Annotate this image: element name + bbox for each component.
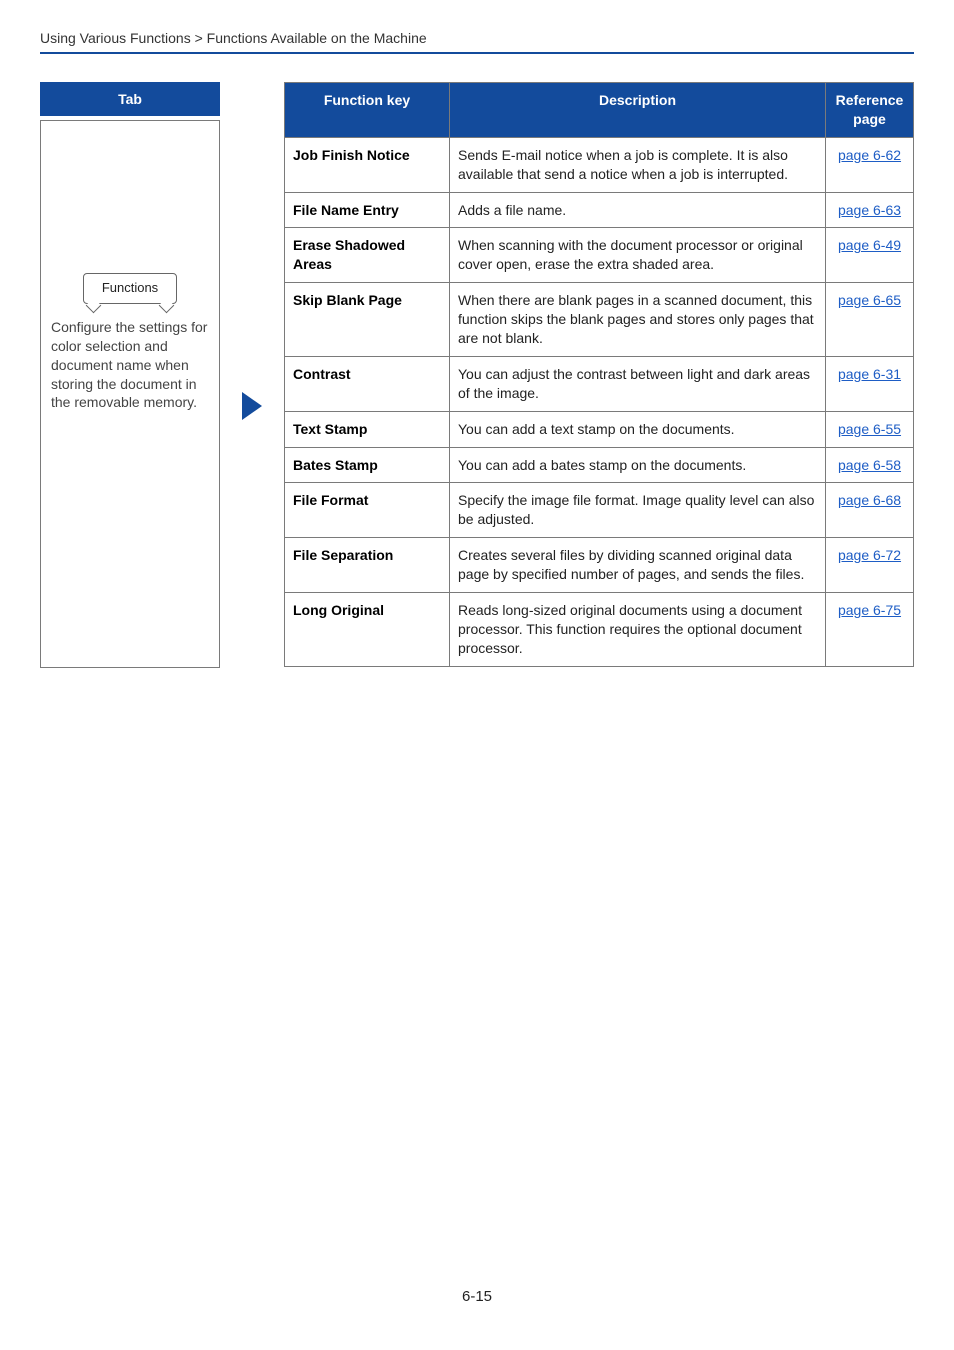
reference-cell: page 6-62: [826, 137, 914, 192]
table-row: Erase Shadowed AreasWhen scanning with t…: [285, 228, 914, 283]
table-row: Text StampYou can add a text stamp on th…: [285, 411, 914, 447]
function-key-cell: Contrast: [285, 356, 450, 411]
table-header-description: Description: [450, 83, 826, 138]
reference-cell: page 6-58: [826, 447, 914, 483]
arrow-right-icon: [242, 392, 262, 420]
function-key-cell: Job Finish Notice: [285, 137, 450, 192]
description-cell: You can adjust the contrast between ligh…: [450, 356, 826, 411]
reference-cell: page 6-49: [826, 228, 914, 283]
functions-tab-button[interactable]: Functions: [83, 273, 177, 304]
arrow-column: [240, 82, 264, 668]
function-key-cell: Long Original: [285, 593, 450, 667]
table-row: Bates StampYou can add a bates stamp on …: [285, 447, 914, 483]
description-cell: You can add a bates stamp on the documen…: [450, 447, 826, 483]
table-header-reference: Reference page: [826, 83, 914, 138]
reference-link[interactable]: page 6-49: [838, 237, 901, 253]
table-row: Long OriginalReads long-sized original d…: [285, 593, 914, 667]
divider-top: [40, 52, 914, 54]
reference-cell: page 6-31: [826, 356, 914, 411]
table-row: ContrastYou can adjust the contrast betw…: [285, 356, 914, 411]
table-row: File SeparationCreates several files by …: [285, 538, 914, 593]
description-cell: You can add a text stamp on the document…: [450, 411, 826, 447]
left-column: Tab Functions Configure the settings for…: [40, 82, 220, 668]
reference-cell: page 6-63: [826, 192, 914, 228]
reference-link[interactable]: page 6-58: [838, 457, 901, 473]
reference-link[interactable]: page 6-72: [838, 547, 901, 563]
reference-link[interactable]: page 6-65: [838, 292, 901, 308]
table-row: Job Finish NoticeSends E-mail notice whe…: [285, 137, 914, 192]
reference-link[interactable]: page 6-55: [838, 421, 901, 437]
table-row: Skip Blank PageWhen there are blank page…: [285, 283, 914, 357]
tab-header: Tab: [40, 82, 220, 116]
function-key-cell: Skip Blank Page: [285, 283, 450, 357]
description-cell: When scanning with the document processo…: [450, 228, 826, 283]
function-key-cell: File Format: [285, 483, 450, 538]
description-cell: Creates several files by dividing scanne…: [450, 538, 826, 593]
function-table: Function key Description Reference page …: [284, 82, 914, 667]
page-number: 6-15: [40, 1288, 914, 1305]
description-cell: Specify the image file format. Image qua…: [450, 483, 826, 538]
reference-link[interactable]: page 6-31: [838, 366, 901, 382]
reference-cell: page 6-55: [826, 411, 914, 447]
breadcrumb: Using Various Functions > Functions Avai…: [40, 30, 914, 52]
tab-description: Configure the settings for color selecti…: [51, 318, 209, 412]
function-key-cell: File Name Entry: [285, 192, 450, 228]
table-row: File Name EntryAdds a file name. page 6-6…: [285, 192, 914, 228]
function-key-cell: Erase Shadowed Areas: [285, 228, 450, 283]
description-cell: When there are blank pages in a scanned …: [450, 283, 826, 357]
right-column: Function key Description Reference page …: [284, 82, 914, 668]
function-key-cell: File Separation: [285, 538, 450, 593]
reference-link[interactable]: page 6-63: [838, 202, 901, 218]
reference-cell: page 6-65: [826, 283, 914, 357]
table-header-function-key: Function key: [285, 83, 450, 138]
reference-link[interactable]: page 6-75: [838, 602, 901, 618]
description-cell: Reads long-sized original documents usin…: [450, 593, 826, 667]
table-row: File FormatSpecify the image file format…: [285, 483, 914, 538]
function-key-cell: Bates Stamp: [285, 447, 450, 483]
reference-link[interactable]: page 6-62: [838, 147, 901, 163]
function-key-cell: Text Stamp: [285, 411, 450, 447]
reference-cell: page 6-68: [826, 483, 914, 538]
reference-cell: page 6-72: [826, 538, 914, 593]
description-cell: Adds a file name.: [450, 192, 826, 228]
description-cell: Sends E-mail notice when a job is comple…: [450, 137, 826, 192]
tab-body: Functions Configure the settings for col…: [40, 120, 220, 668]
reference-link[interactable]: page 6-68: [838, 492, 901, 508]
content-row: Tab Functions Configure the settings for…: [40, 82, 914, 668]
reference-cell: page 6-75: [826, 593, 914, 667]
